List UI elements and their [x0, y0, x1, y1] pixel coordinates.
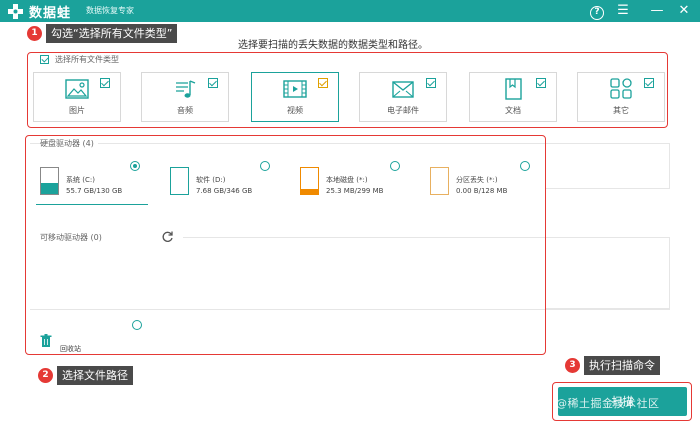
file-type-card-audio[interactable]: 音频	[141, 72, 229, 122]
highlight-frame-scan	[552, 382, 692, 421]
video-icon	[283, 80, 307, 98]
menu-icon: ☰	[617, 3, 629, 18]
help-button[interactable]: ?	[588, 2, 606, 20]
callout-number: 1	[27, 26, 42, 41]
file-type-card-image[interactable]: 图片	[33, 72, 121, 122]
app-logo-icon	[8, 4, 23, 19]
callout-label: 选择文件路径	[57, 366, 133, 385]
help-icon: ?	[590, 6, 604, 20]
highlight-frame-file-types	[27, 52, 668, 128]
app-window: 数据蛙 数据恢复专家 ? ☰ — ✕ 1 勾选“选择所有文件类型” 选择要扫描的…	[0, 0, 700, 426]
title-bar: 数据蛙 数据恢复专家 ? ☰ — ✕	[0, 0, 700, 22]
app-name: 数据蛙	[29, 6, 72, 21]
file-type-label: 电子邮件	[387, 106, 419, 115]
document-icon	[505, 78, 522, 100]
file-type-card-video[interactable]: 视频	[251, 72, 339, 122]
close-button[interactable]: ✕	[675, 2, 693, 20]
file-type-label: 文档	[505, 106, 521, 115]
file-type-checkbox[interactable]	[318, 78, 328, 88]
minimize-icon: —	[650, 3, 664, 18]
file-type-checkbox[interactable]	[208, 78, 218, 88]
highlight-frame-paths	[25, 135, 546, 355]
file-type-checkbox[interactable]	[426, 78, 436, 88]
select-all-label: 选择所有文件类型	[55, 55, 119, 64]
music-icon	[176, 80, 196, 98]
instruction-text: 选择要扫描的丢失数据的数据类型和路径。	[238, 40, 428, 51]
email-icon	[392, 81, 414, 98]
image-icon	[65, 79, 89, 99]
callout-number: 2	[38, 368, 53, 383]
file-type-label: 其它	[613, 106, 629, 115]
other-icon	[610, 78, 632, 99]
close-icon: ✕	[678, 3, 690, 18]
file-type-label: 图片	[69, 106, 85, 115]
checkbox-checked-icon	[40, 55, 49, 64]
menu-button[interactable]: ☰	[614, 2, 632, 20]
panel-border	[546, 237, 670, 309]
file-type-label: 视频	[287, 106, 303, 115]
minimize-button[interactable]: —	[648, 2, 666, 20]
file-type-label: 音频	[177, 106, 193, 115]
file-type-checkbox[interactable]	[536, 78, 546, 88]
file-type-checkbox[interactable]	[644, 78, 654, 88]
callout-label: 执行扫描命令	[584, 356, 660, 375]
file-type-card-other[interactable]: 其它	[577, 72, 665, 122]
callout-number: 3	[565, 358, 580, 373]
file-type-card-document[interactable]: 文档	[469, 72, 557, 122]
app-subtitle: 数据恢复专家	[86, 6, 134, 15]
panel-border	[546, 143, 670, 189]
callout-label: 勾选“选择所有文件类型”	[46, 24, 178, 43]
file-type-checkbox[interactable]	[100, 78, 110, 88]
file-type-card-email[interactable]: 电子邮件	[359, 72, 447, 122]
